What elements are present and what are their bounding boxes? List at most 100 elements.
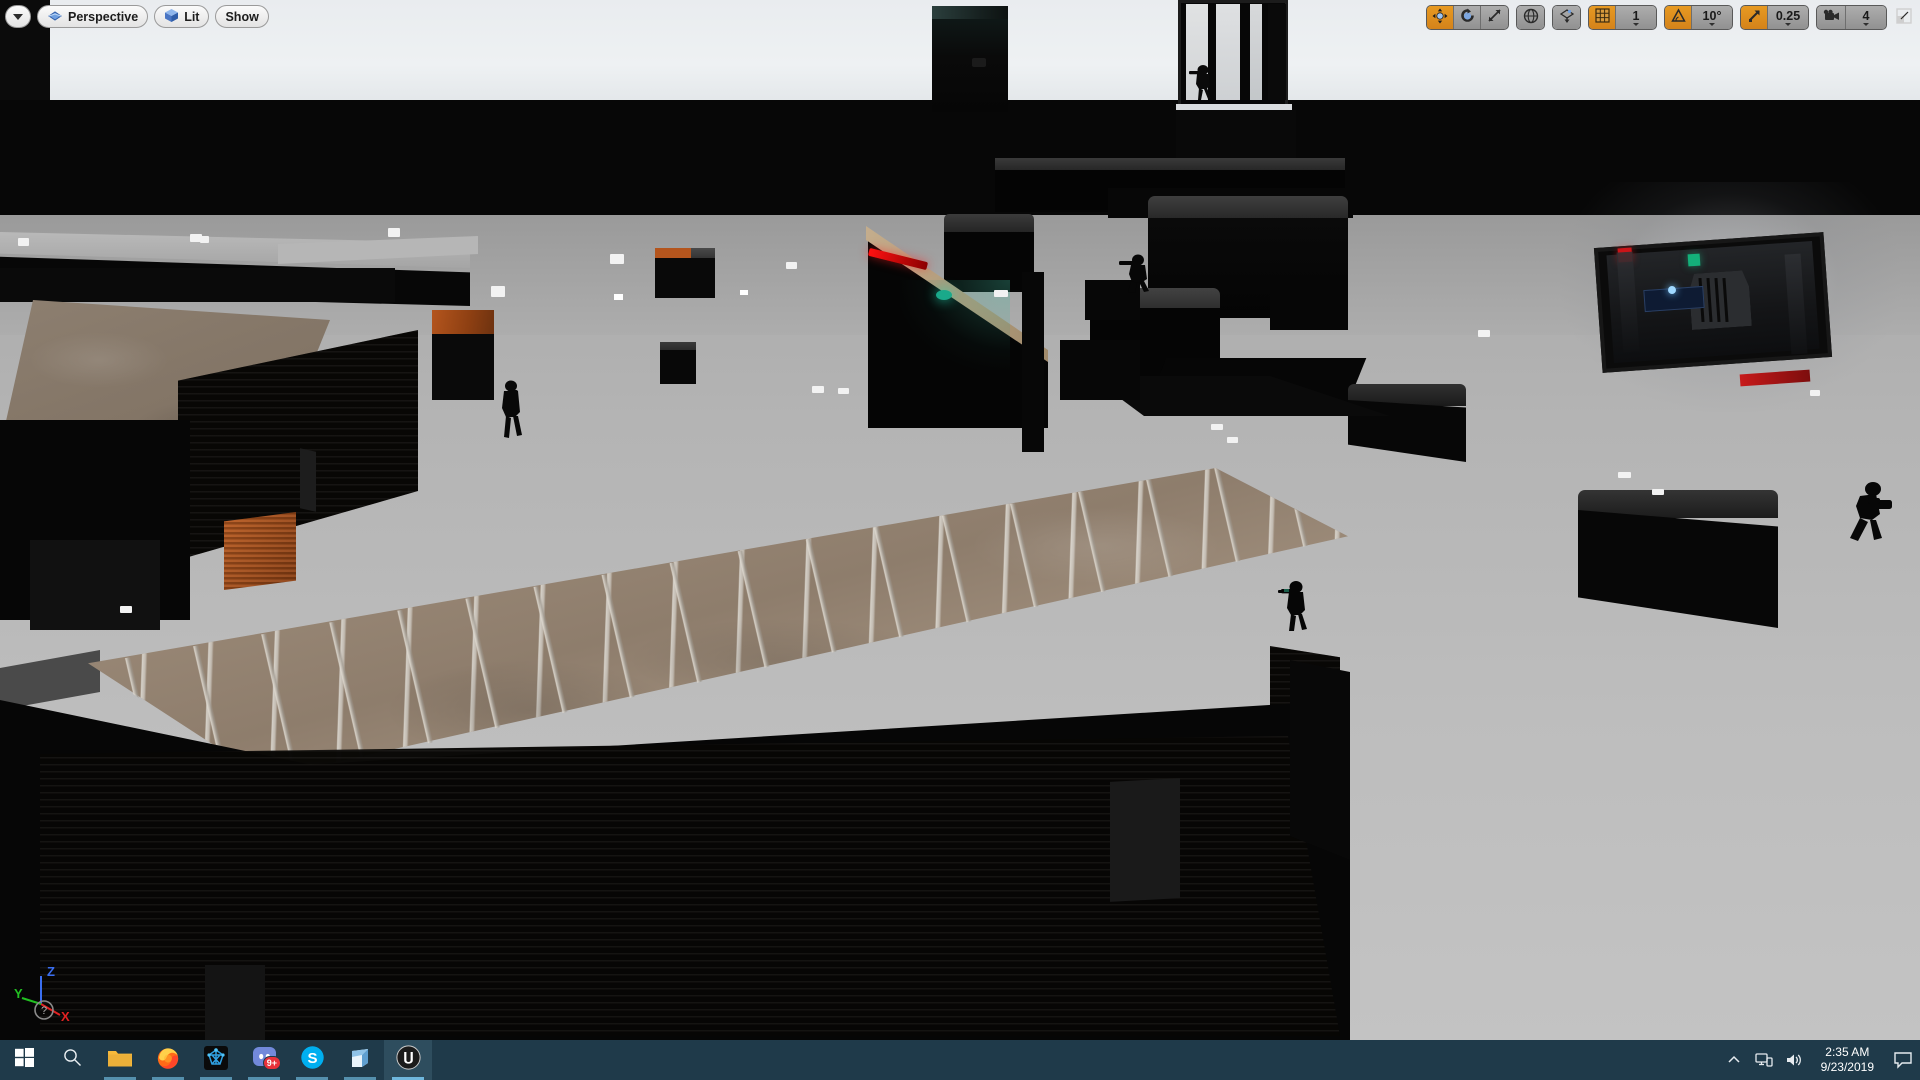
ground-light-spec bbox=[614, 294, 623, 300]
lit-cube-icon bbox=[164, 8, 179, 26]
grid-snap-toggle-button[interactable] bbox=[1589, 5, 1616, 29]
clock-time: 2:35 AM bbox=[1825, 1045, 1870, 1059]
cover-ground-shadow bbox=[1060, 340, 1140, 400]
chevron-down-icon bbox=[1863, 23, 1869, 26]
taskbar-item-firefox[interactable] bbox=[144, 1040, 192, 1080]
discord-badge: 9+ bbox=[262, 1056, 281, 1070]
ground-light-spec bbox=[740, 290, 748, 295]
taskbar-item-file-explorer[interactable] bbox=[96, 1040, 144, 1080]
chevron-down-icon bbox=[1785, 23, 1791, 26]
taskbar-item-sticky-notes[interactable] bbox=[336, 1040, 384, 1080]
scale-snap-value-button[interactable]: 0.25 bbox=[1768, 5, 1808, 29]
surface-snap-icon bbox=[1559, 8, 1575, 27]
rotation-snap-group[interactable]: 10° bbox=[1664, 4, 1733, 30]
scale-arrow-icon bbox=[1747, 8, 1762, 26]
rotate-mode-button[interactable] bbox=[1454, 5, 1481, 29]
small-block-b-front bbox=[660, 350, 696, 384]
big-block-step bbox=[1270, 288, 1348, 330]
speaker-icon[interactable] bbox=[1779, 1040, 1809, 1080]
camera-icon bbox=[1822, 9, 1840, 26]
scale-icon bbox=[1487, 8, 1502, 26]
taskbar-item-discord[interactable]: 9+ bbox=[240, 1040, 288, 1080]
tower-block bbox=[932, 6, 1008, 112]
firefox-icon bbox=[156, 1046, 180, 1075]
level-marker bbox=[610, 254, 624, 264]
character-center-crouched bbox=[1118, 252, 1154, 294]
system-tray[interactable]: 2:35 AM 9/23/2019 bbox=[1719, 1040, 1920, 1080]
axis-label-y: Y bbox=[14, 986, 23, 1001]
view-mode-perspective-button[interactable]: Perspective bbox=[37, 5, 149, 28]
small-block-a-wood-cap bbox=[655, 248, 691, 258]
start-button[interactable] bbox=[0, 1040, 48, 1080]
glass-pane-2 bbox=[1216, 4, 1240, 100]
level-marker bbox=[812, 386, 824, 393]
chevron-down-icon bbox=[13, 13, 23, 20]
tower-fixture bbox=[972, 58, 986, 67]
chevron-down-icon bbox=[1709, 23, 1715, 26]
level-marker bbox=[200, 236, 209, 243]
scoreboard-green-flag bbox=[1687, 253, 1701, 267]
left-building-window bbox=[300, 448, 316, 512]
windows-taskbar[interactable]: 9+ S 2:35 AM 9/23/2019 bbox=[0, 1040, 1920, 1080]
coordinate-system-group[interactable] bbox=[1516, 4, 1545, 30]
glass-pane-3 bbox=[1250, 4, 1262, 100]
viewport-axis-gizmo: ? Z X Y bbox=[14, 962, 84, 1024]
transform-tools-group[interactable] bbox=[1426, 4, 1509, 30]
taskbar-item-skype[interactable]: S bbox=[288, 1040, 336, 1080]
scale-snap-group[interactable]: 0.25 bbox=[1740, 4, 1809, 30]
viewport-options-button[interactable] bbox=[5, 5, 31, 28]
camera-speed-group[interactable]: 4 bbox=[1816, 4, 1887, 30]
taskbar-item-substance-designer[interactable] bbox=[192, 1040, 240, 1080]
scale-snap-toggle-button[interactable] bbox=[1741, 5, 1768, 29]
level-viewport[interactable]: ? Z X Y Perspective Lit Show 1 10° 0.25 … bbox=[0, 0, 1920, 1040]
viewport-toolbar-left[interactable]: Perspective Lit Show bbox=[5, 4, 269, 29]
grid-snap-value-button[interactable]: 1 bbox=[1616, 5, 1656, 29]
view-mode-perspective-label: Perspective bbox=[68, 9, 139, 24]
character-right-running bbox=[1842, 478, 1894, 546]
rotation-snap-value-button[interactable]: 10° bbox=[1692, 5, 1732, 29]
level-marker bbox=[838, 388, 849, 394]
tray-overflow-button[interactable] bbox=[1719, 1040, 1749, 1080]
axis-label-z: Z bbox=[47, 964, 55, 979]
scale-mode-button[interactable] bbox=[1481, 5, 1508, 29]
rotation-snap-toggle-button[interactable] bbox=[1665, 5, 1692, 29]
main-building-right-edge bbox=[1290, 660, 1350, 860]
level-marker bbox=[994, 290, 1008, 297]
camera-speed-toggle-button[interactable] bbox=[1817, 5, 1846, 29]
maximize-viewport-button[interactable] bbox=[1894, 7, 1914, 27]
translate-mode-button[interactable] bbox=[1427, 5, 1454, 29]
main-building-window bbox=[1110, 778, 1180, 902]
level-marker bbox=[1652, 489, 1664, 495]
viewport-toolbar-right[interactable]: 1 10° 0.25 4 bbox=[1426, 4, 1914, 30]
surface-snap-toggle-button[interactable] bbox=[1553, 5, 1580, 29]
character-in-glass-box bbox=[1188, 62, 1216, 102]
skype-icon: S bbox=[300, 1045, 325, 1075]
taskbar-clock[interactable]: 2:35 AM 9/23/2019 bbox=[1809, 1040, 1886, 1080]
network-icon[interactable] bbox=[1749, 1040, 1779, 1080]
tower-top-face bbox=[932, 6, 1008, 19]
view-mode-lit-button[interactable]: Lit bbox=[154, 5, 210, 28]
level-marker bbox=[1810, 390, 1820, 396]
camera-speed-value-button[interactable]: 4 bbox=[1846, 5, 1886, 29]
taskbar-item-unreal-engine[interactable] bbox=[384, 1040, 432, 1080]
windows-logo-icon bbox=[14, 1048, 34, 1072]
action-center-button[interactable] bbox=[1886, 1040, 1920, 1080]
sticky-notes-icon bbox=[348, 1046, 372, 1075]
world-space-toggle-button[interactable] bbox=[1517, 5, 1544, 29]
surface-snapping-group[interactable] bbox=[1552, 4, 1581, 30]
search-button[interactable] bbox=[48, 1040, 96, 1080]
grid-snap-group[interactable]: 1 bbox=[1588, 4, 1657, 30]
green-light-source bbox=[936, 290, 952, 300]
level-marker bbox=[1227, 437, 1238, 443]
perspective-camera-icon bbox=[47, 8, 63, 25]
show-flags-button[interactable]: Show bbox=[215, 5, 269, 28]
glass-box-base-block bbox=[1176, 110, 1296, 162]
axis-label-x: X bbox=[61, 1009, 70, 1022]
level-marker bbox=[120, 606, 132, 613]
svg-text:?: ? bbox=[41, 1005, 47, 1017]
angle-icon bbox=[1670, 8, 1686, 26]
main-building-door bbox=[205, 965, 265, 1040]
camera-speed-value-label: 4 bbox=[1862, 9, 1870, 23]
orange-box-top bbox=[432, 310, 494, 334]
grid-icon bbox=[1594, 8, 1610, 26]
